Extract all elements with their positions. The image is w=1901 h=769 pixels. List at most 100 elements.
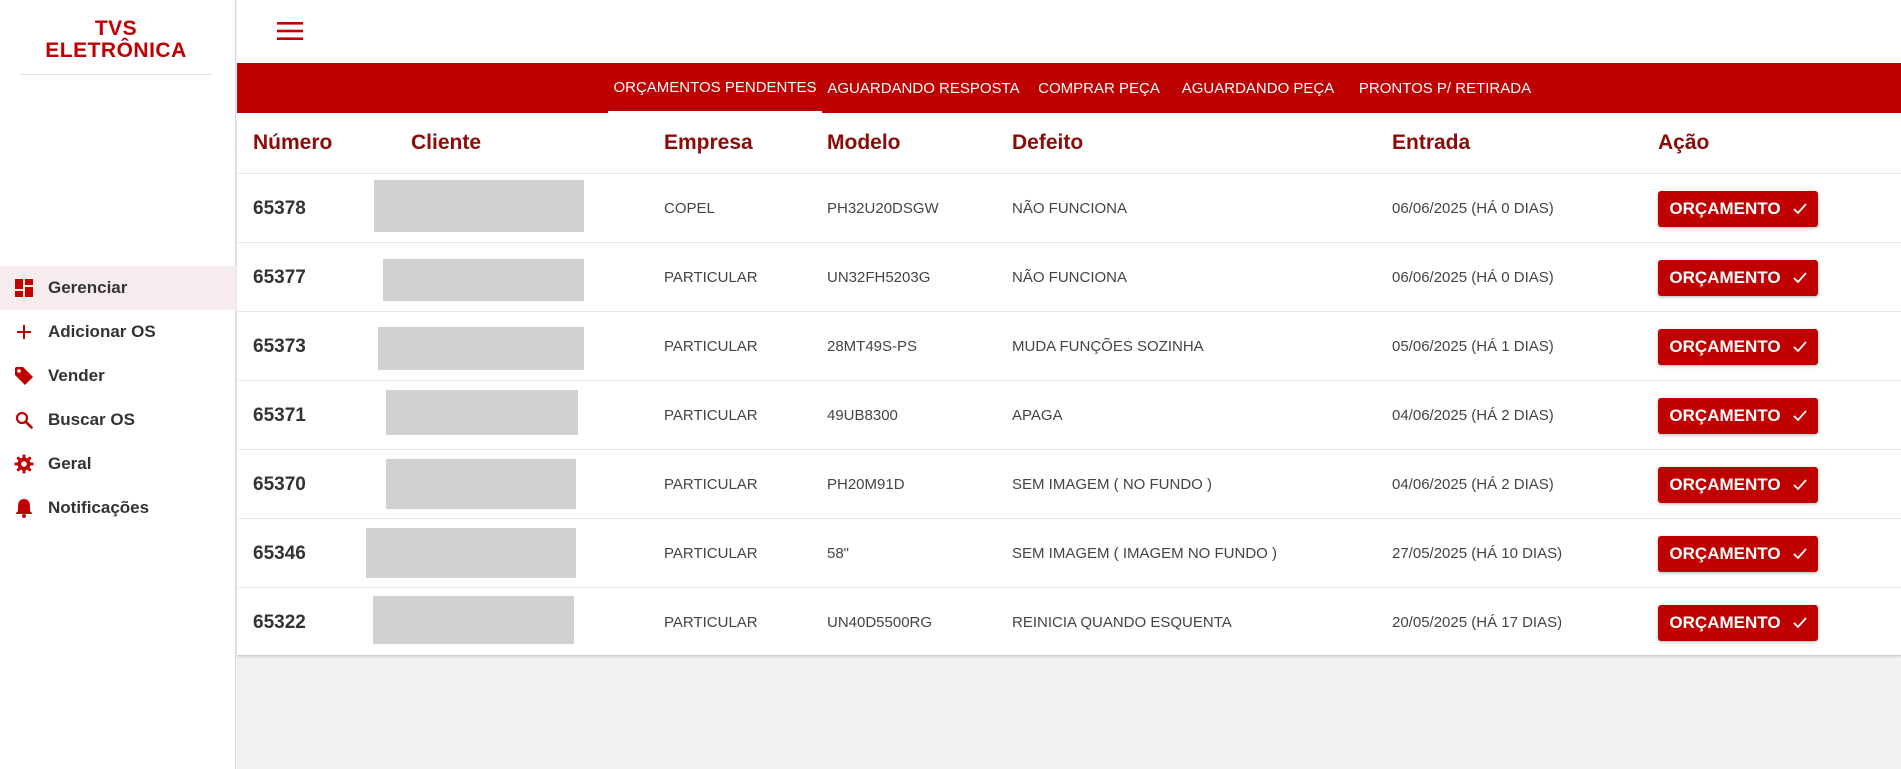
- cell-entrada: 04/06/2025 (HÁ 2 DIAS): [1392, 407, 1554, 424]
- orcamento-button[interactable]: ORÇAMENTO: [1658, 605, 1818, 641]
- brand-line2: ELETRÔNICA: [45, 39, 187, 62]
- button-label: ORÇAMENTO: [1669, 544, 1781, 563]
- cell-empresa: PARTICULAR: [664, 407, 758, 424]
- cell-empresa: PARTICULAR: [664, 338, 758, 355]
- check-icon: [1792, 341, 1807, 353]
- cell-numero: 65370: [253, 473, 306, 495]
- orcamento-button[interactable]: ORÇAMENTO: [1658, 467, 1818, 503]
- table-row[interactable]: 65346 PARTICULAR 58" SEM IMAGEM ( IMAGEM…: [237, 518, 1901, 587]
- orcamento-button[interactable]: ORÇAMENTO: [1658, 329, 1818, 365]
- client-name-redacted: [383, 259, 584, 301]
- cell-modelo: 49UB8300: [827, 407, 898, 424]
- cell-defeito: APAGA: [1012, 407, 1063, 424]
- cell-modelo: PH32U20DSGW: [827, 200, 939, 217]
- cell-defeito: MUDA FUNÇÕES SOZINHA: [1012, 338, 1204, 355]
- client-name-redacted: [378, 327, 584, 370]
- sidebar-item-vender[interactable]: Vender: [0, 354, 236, 398]
- cell-empresa: PARTICULAR: [664, 545, 758, 562]
- cell-defeito: NÃO FUNCIONA: [1012, 200, 1128, 217]
- cell-empresa: COPEL: [664, 200, 715, 217]
- client-name-redacted: [374, 180, 584, 232]
- client-name-redacted: [386, 390, 578, 435]
- brand-line1: TVS: [94, 17, 138, 40]
- cell-numero: 65377: [253, 266, 306, 288]
- orcamento-button[interactable]: ORÇAMENTO: [1658, 398, 1818, 434]
- tab-prontos-retirada[interactable]: PRONTOS P/ RETIRADA: [1354, 63, 1536, 113]
- sidebar-item-gerenciar[interactable]: Gerenciar: [0, 266, 236, 310]
- cell-empresa: PARTICULAR: [664, 269, 758, 286]
- cell-numero: 65378: [253, 197, 306, 219]
- sidebar-nav: Gerenciar Adicionar OS Vender Buscar OS: [0, 266, 236, 530]
- sidebar-item-notificacoes[interactable]: Notificações: [0, 486, 236, 530]
- orcamento-button[interactable]: ORÇAMENTO: [1658, 536, 1818, 572]
- tab-aguardando-resposta[interactable]: AGUARDANDO RESPOSTA: [822, 63, 1025, 113]
- column-header-numero[interactable]: Número: [253, 131, 332, 155]
- column-header-modelo[interactable]: Modelo: [827, 131, 901, 155]
- gear-icon: [14, 454, 34, 474]
- column-header-cliente[interactable]: Cliente: [411, 131, 481, 155]
- cell-entrada: 05/06/2025 (HÁ 1 DIAS): [1392, 338, 1554, 355]
- cell-defeito: SEM IMAGEM ( IMAGEM NO FUNDO ): [1012, 545, 1277, 562]
- cell-empresa: PARTICULAR: [664, 476, 758, 493]
- client-name-redacted: [366, 528, 576, 578]
- cell-entrada: 20/05/2025 (HÁ 17 DIAS): [1392, 614, 1563, 631]
- orcamento-button[interactable]: ORÇAMENTO: [1658, 260, 1818, 296]
- sidebar-item-label: Buscar OS: [48, 410, 135, 429]
- sidebar-item-label: Adicionar OS: [48, 322, 156, 341]
- table-row[interactable]: 65371 PARTICULAR 49UB8300 APAGA 04/06/20…: [237, 380, 1901, 449]
- cell-modelo: UN40D5500RG: [827, 614, 933, 631]
- button-label: ORÇAMENTO: [1669, 613, 1781, 632]
- orders-table: Número Cliente Empresa Modelo Defeito En…: [237, 113, 1901, 656]
- sidebar-item-buscar-os[interactable]: Buscar OS: [0, 398, 236, 442]
- check-icon: [1792, 410, 1807, 422]
- button-label: ORÇAMENTO: [1669, 337, 1781, 356]
- table-row[interactable]: 65322 PARTICULAR UN40D5500RG REINICIA QU…: [237, 587, 1901, 656]
- table-row[interactable]: 65377 PARTICULAR UN32FH5203G NÃO FUNCION…: [237, 242, 1901, 311]
- client-name-redacted: [373, 596, 574, 644]
- sidebar: TVS ELETRÔNICA Gerenciar Adicionar OS Ve…: [0, 0, 236, 769]
- button-label: ORÇAMENTO: [1669, 475, 1781, 494]
- cell-defeito: SEM IMAGEM ( NO FUNDO ): [1012, 476, 1212, 493]
- cell-empresa: PARTICULAR: [664, 614, 758, 631]
- check-icon: [1792, 548, 1807, 560]
- top-bar: [237, 0, 1901, 63]
- tab-aguardando-peca[interactable]: AGUARDANDO PEÇA: [1182, 63, 1335, 113]
- cell-numero: 65322: [253, 611, 306, 633]
- sidebar-item-adicionar-os[interactable]: Adicionar OS: [0, 310, 236, 354]
- table-row[interactable]: 65370 PARTICULAR PH20M91D SEM IMAGEM ( N…: [237, 449, 1901, 518]
- status-tabs: ORÇAMENTOS PENDENTES AGUARDANDO RESPOSTA…: [237, 63, 1901, 113]
- cell-entrada: 06/06/2025 (HÁ 0 DIAS): [1392, 200, 1554, 217]
- brand-logo[interactable]: TVS ELETRÔNICA: [20, 0, 212, 75]
- client-name-redacted: [386, 459, 576, 509]
- button-label: ORÇAMENTO: [1669, 406, 1781, 425]
- dashboard-icon: [14, 278, 34, 298]
- cell-numero: 65346: [253, 542, 306, 564]
- tab-orcamentos-pendentes[interactable]: ORÇAMENTOS PENDENTES: [608, 63, 822, 113]
- plus-icon: [14, 322, 34, 342]
- cell-entrada: 27/05/2025 (HÁ 10 DIAS): [1392, 545, 1563, 562]
- cell-modelo: UN32FH5203G: [827, 269, 931, 286]
- column-header-defeito[interactable]: Defeito: [1012, 131, 1083, 155]
- bell-icon: [14, 498, 34, 518]
- button-label: ORÇAMENTO: [1669, 268, 1781, 287]
- cell-modelo: 58": [827, 545, 850, 562]
- cell-modelo: 28MT49S-PS: [827, 338, 918, 355]
- column-header-entrada[interactable]: Entrada: [1392, 131, 1470, 155]
- orcamento-button[interactable]: ORÇAMENTO: [1658, 191, 1818, 227]
- sidebar-item-geral[interactable]: Geral: [0, 442, 236, 486]
- table-row[interactable]: 65378 COPEL PH32U20DSGW NÃO FUNCIONA 06/…: [237, 173, 1901, 242]
- menu-icon[interactable]: [275, 18, 305, 44]
- cell-defeito: REINICIA QUANDO ESQUENTA: [1012, 614, 1232, 631]
- column-header-empresa[interactable]: Empresa: [664, 131, 753, 155]
- check-icon: [1792, 272, 1807, 284]
- cell-numero: 65373: [253, 335, 306, 357]
- tag-icon: [14, 366, 34, 386]
- tab-comprar-peca[interactable]: COMPRAR PEÇA: [1034, 63, 1164, 113]
- cell-entrada: 04/06/2025 (HÁ 2 DIAS): [1392, 476, 1554, 493]
- cell-entrada: 06/06/2025 (HÁ 0 DIAS): [1392, 269, 1554, 286]
- cell-modelo: PH20M91D: [827, 476, 905, 493]
- table-row[interactable]: 65373 PARTICULAR 28MT49S-PS MUDA FUNÇÕES…: [237, 311, 1901, 380]
- cell-defeito: NÃO FUNCIONA: [1012, 269, 1128, 286]
- column-header-acao: Ação: [1658, 131, 1710, 154]
- sidebar-item-label: Vender: [48, 366, 105, 385]
